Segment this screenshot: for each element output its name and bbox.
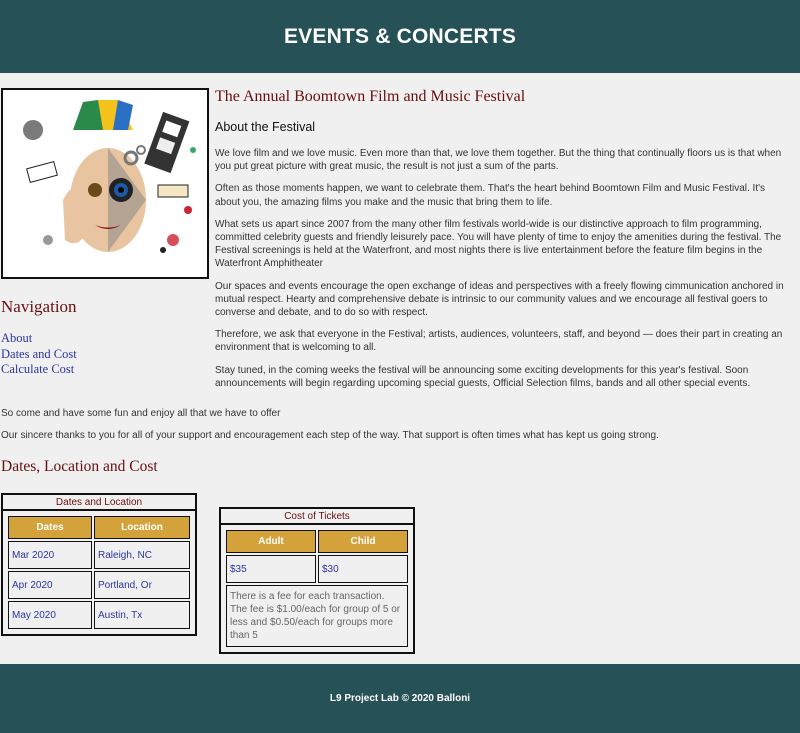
navigation-menu: About Dates and Cost Calculate Cost <box>1 331 77 378</box>
column-header-adult: Adult <box>226 530 316 553</box>
location-cell: Raleigh, NC <box>94 541 190 569</box>
table-header-row: Dates Location <box>8 516 190 539</box>
festival-title: The Annual Boomtown Film and Music Festi… <box>215 88 526 105</box>
collage-illustration <box>3 90 207 277</box>
dates-location-caption: Dates and Location <box>3 495 195 511</box>
column-header-child: Child <box>318 530 408 553</box>
about-paragraph: Stay tuned, in the coming weeks the fest… <box>215 364 751 389</box>
footer-text: L9 Project Lab © 2020 Balloni <box>329 693 471 704</box>
table-row: May 2020 Austin, Tx <box>8 601 190 629</box>
ticket-cost-table: Adult Child $35 $30 There is a fee for e… <box>224 528 410 649</box>
location-cell: Austin, Tx <box>94 601 190 629</box>
about-paragraph: Our spaces and events encourage the open… <box>215 280 784 319</box>
table-header-row: Adult Child <box>226 530 408 553</box>
site-title: EVENTS & CONCERTS <box>283 24 517 48</box>
outro-paragraph: So come and have some fun and enjoy all … <box>1 408 281 419</box>
navigation-heading: Navigation <box>1 297 77 316</box>
date-cell: Mar 2020 <box>8 541 92 569</box>
ticket-cost-table-container: Cost of Tickets Adult Child $35 $30 Ther… <box>219 507 415 654</box>
nav-link-dates-and-cost[interactable]: Dates and Cost <box>1 347 77 363</box>
table-row: Apr 2020 Portland, Or <box>8 571 190 599</box>
about-paragraph: What sets us apart since 2007 from the m… <box>215 218 782 270</box>
child-price-cell: $30 <box>318 555 408 583</box>
table-row: $35 $30 <box>226 555 408 583</box>
festival-hero-image <box>1 88 209 279</box>
site-footer: L9 Project Lab © 2020 Balloni <box>0 664 800 733</box>
location-cell: Portland, Or <box>94 571 190 599</box>
fee-note-cell: There is a fee for each transaction. The… <box>226 585 408 647</box>
date-cell: Apr 2020 <box>8 571 92 599</box>
outro-section: So come and have some fun and enjoy all … <box>1 407 791 451</box>
column-header-dates: Dates <box>8 516 92 539</box>
outro-paragraph: Our sincere thanks to you for all of you… <box>1 430 659 441</box>
nav-link-calculate-cost[interactable]: Calculate Cost <box>1 362 77 378</box>
column-header-location: Location <box>94 516 190 539</box>
dates-location-table: Dates Location Mar 2020 Raleigh, NC Apr … <box>6 514 192 631</box>
about-paragraph: Therefore, we ask that everyone in the F… <box>215 329 783 354</box>
nav-link-about[interactable]: About <box>1 331 77 347</box>
table-row: There is a fee for each transaction. The… <box>226 585 408 647</box>
dates-location-table-container: Dates and Location Dates Location Mar 20… <box>1 493 197 636</box>
table-row: Mar 2020 Raleigh, NC <box>8 541 190 569</box>
main-content: The Annual Boomtown Film and Music Festi… <box>215 88 787 399</box>
dates-location-cost-heading: Dates, Location and Cost <box>1 458 158 475</box>
ticket-cost-caption: Cost of Tickets <box>221 509 413 525</box>
about-paragraph: We love film and we love music. Even mor… <box>215 148 782 173</box>
date-cell: May 2020 <box>8 601 92 629</box>
about-heading: About the Festival <box>215 120 316 134</box>
adult-price-cell: $35 <box>226 555 316 583</box>
about-paragraph: Often as those moments happen, we want t… <box>215 183 766 208</box>
site-header: EVENTS & CONCERTS <box>0 0 800 73</box>
